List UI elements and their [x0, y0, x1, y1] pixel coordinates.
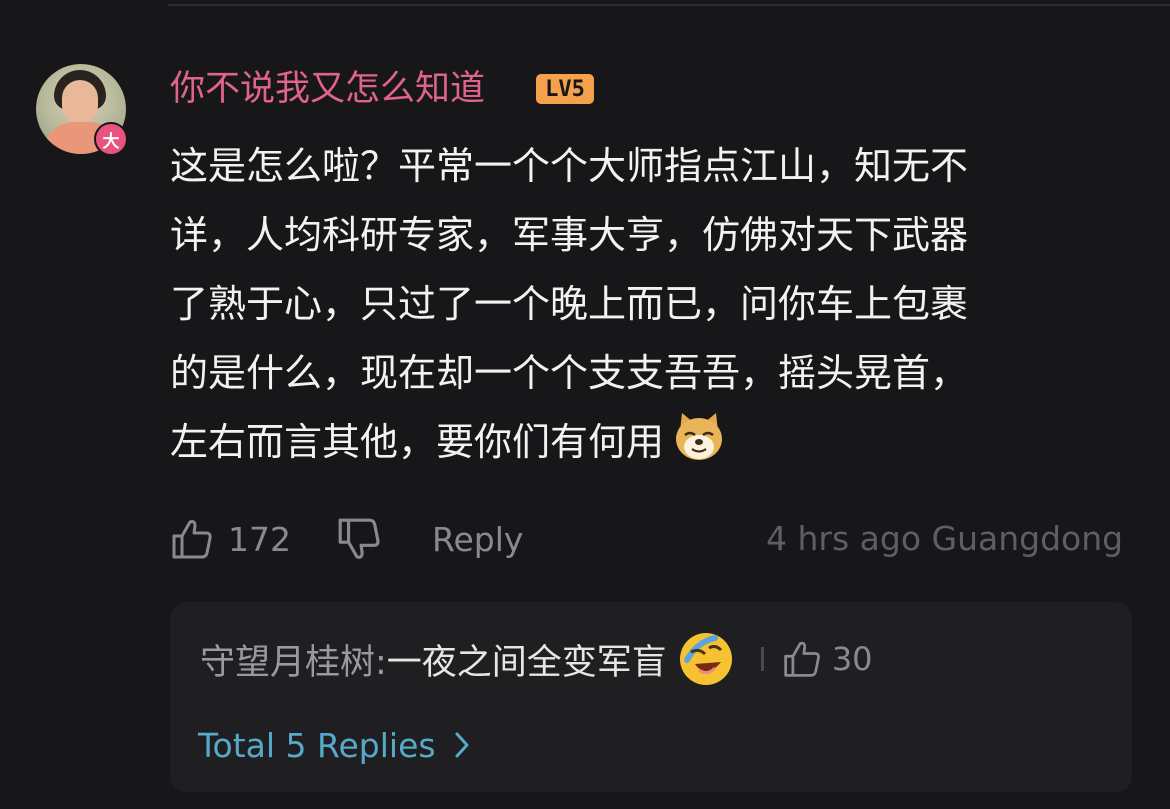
- comment-line: 的是什么，现在却一个个支支吾吾，摇头晃首，: [170, 351, 969, 395]
- dislike-button[interactable]: [336, 516, 382, 562]
- like-count: 172: [228, 519, 291, 559]
- sub-reply-like-button[interactable]: 30: [782, 639, 873, 679]
- comment-line: 详，人均科研专家，军事大亨，仿佛对天下武器: [170, 213, 969, 257]
- reply-button[interactable]: Reply: [432, 516, 523, 562]
- level-badge: LV5: [536, 74, 594, 104]
- sub-reply[interactable]: 守望月桂树: 一夜之间全变军盲 30: [200, 632, 873, 686]
- thumbs-down-icon: [338, 518, 380, 559]
- comment-line: 左右而言其他，要你们有何用: [170, 420, 665, 464]
- replies-preview: 守望月桂树: 一夜之间全变军盲 30 Total 5 Replies: [170, 602, 1132, 792]
- laughing-tears-emoji-icon: [679, 633, 732, 685]
- divider: [168, 4, 1170, 6]
- sub-reply-text: 一夜之间全变军盲: [386, 642, 667, 683]
- chevron-right-icon: [455, 732, 469, 758]
- comment-line: 了熟于心，只过了一个晚上而已，问你车上包裹: [170, 282, 969, 326]
- total-replies-label: Total 5 Replies: [198, 725, 436, 765]
- view-all-replies-link[interactable]: Total 5 Replies: [198, 722, 470, 768]
- sub-reply-author[interactable]: 守望月桂树:: [200, 634, 387, 685]
- username[interactable]: 你不说我又怎么知道: [170, 66, 485, 112]
- comment-text: 这是怎么啦？平常一个个大师指点江山，知无不 详，人均科研专家，军事大亨，仿佛对天…: [170, 132, 1130, 477]
- thumbs-up-icon: [784, 641, 820, 677]
- comment-meta: 4 hrs ago Guangdong: [766, 516, 1123, 562]
- avatar-badge: 大: [94, 122, 128, 156]
- comment-line: 这是怎么啦？平常一个个大师指点江山，知无不: [170, 144, 969, 188]
- comment-line-last: 左右而言其他，要你们有何用: [170, 408, 1130, 477]
- timestamp: 4 hrs ago: [766, 519, 922, 558]
- thumbs-up-icon: [172, 520, 212, 559]
- sub-reply-like-count: 30: [831, 640, 873, 678]
- like-button[interactable]: 172: [170, 516, 291, 562]
- comment-page: 大 你不说我又怎么知道 LV5 这是怎么啦？平常一个个大师指点江山，知无不 详，…: [0, 0, 1170, 809]
- separator: [760, 647, 764, 671]
- location: Guangdong: [931, 519, 1124, 558]
- doge-emoji-icon: [676, 413, 723, 460]
